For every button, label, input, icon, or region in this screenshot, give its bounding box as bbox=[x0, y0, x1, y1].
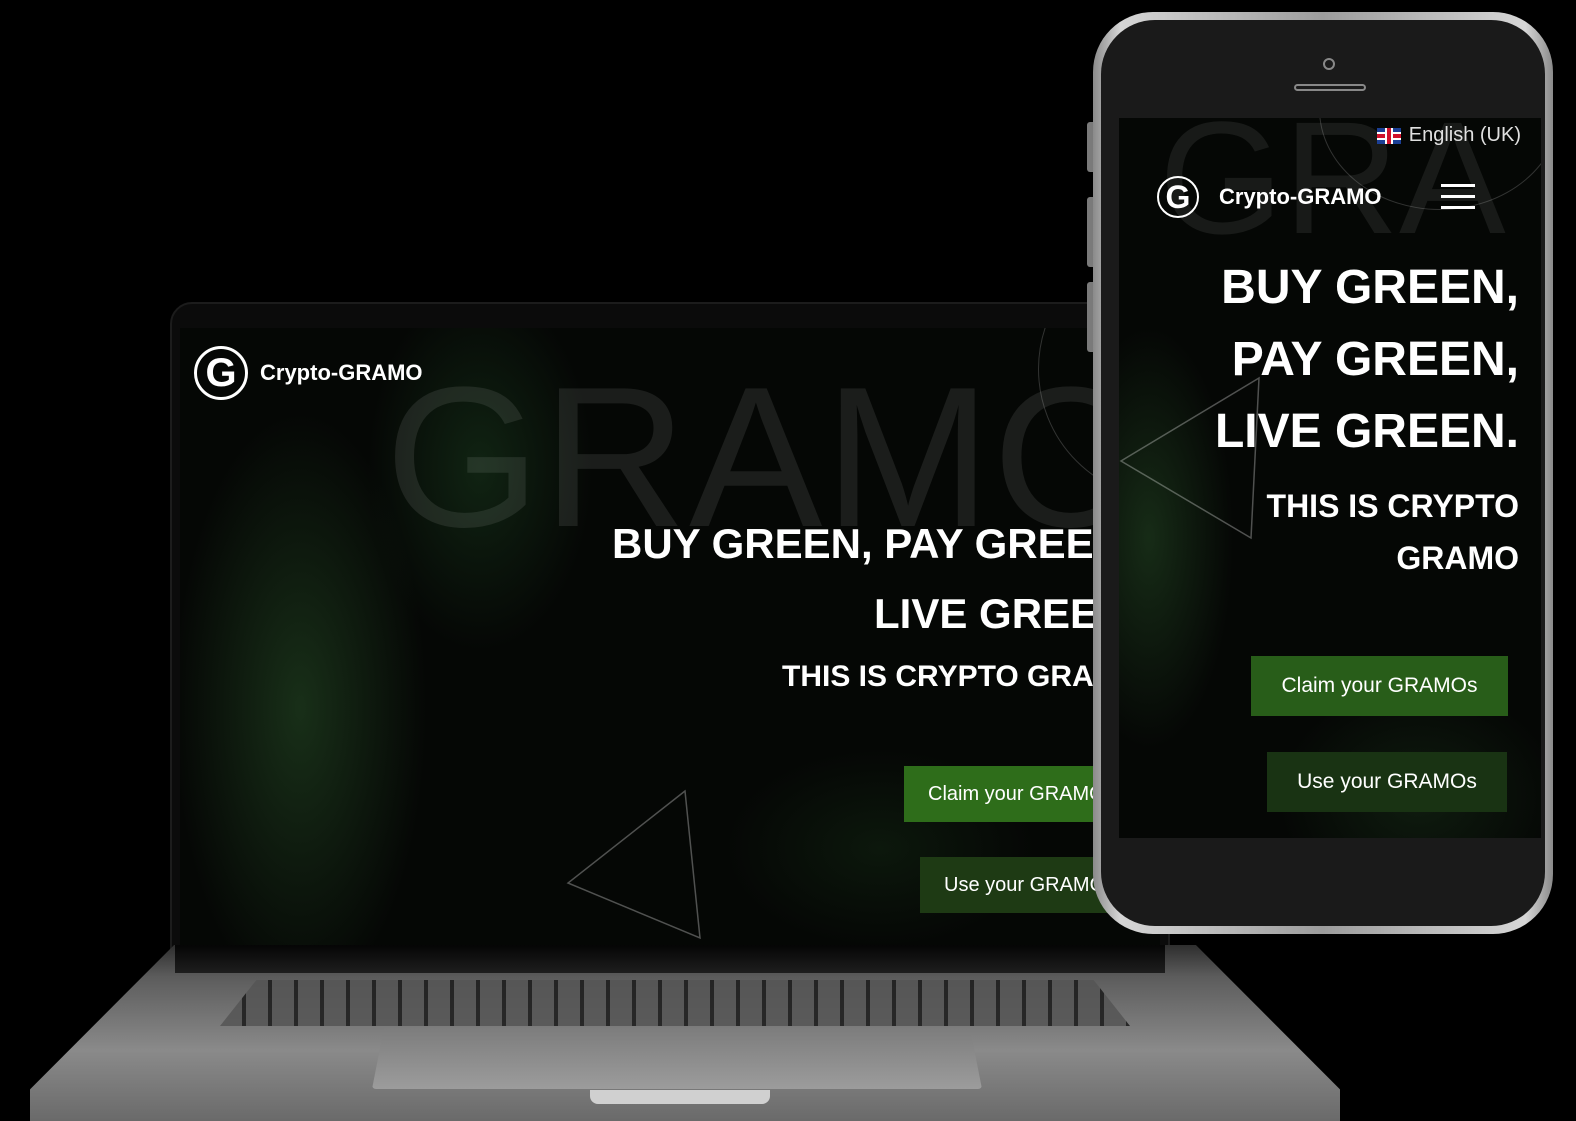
phone-mockup: GRA English (UK) G Crypto-GRAMO BUY GREE… bbox=[1087, 12, 1553, 934]
use-gramos-button[interactable]: Use your GRAMOs bbox=[1267, 752, 1507, 812]
hero-subtitle: THIS IS CRYPTO GRAMO bbox=[782, 660, 1143, 693]
hero-subtitle-line2: GRAMO bbox=[1396, 540, 1519, 576]
laptop-trackpad bbox=[372, 1027, 982, 1089]
uk-flag-icon bbox=[1376, 127, 1401, 144]
phone-screen: GRA English (UK) G Crypto-GRAMO BUY GREE… bbox=[1119, 118, 1541, 838]
phone-side-button bbox=[1087, 197, 1093, 267]
language-selector[interactable]: English (UK) bbox=[1376, 124, 1521, 147]
gramo-logo-icon: G bbox=[194, 346, 248, 400]
laptop-hinge bbox=[175, 945, 1165, 973]
phone-side-button bbox=[1087, 282, 1093, 352]
site-logo[interactable]: G Crypto-GRAMO bbox=[1157, 176, 1382, 218]
site-name: Crypto-GRAMO bbox=[260, 360, 423, 385]
hero-headline-line2: PAY GREEN, bbox=[1231, 333, 1519, 386]
hero-headline-line1: BUY GREEN, bbox=[1221, 261, 1519, 314]
laptop-keyboard bbox=[220, 980, 1130, 1026]
laptop-front-notch bbox=[590, 1090, 770, 1104]
phone-side-button bbox=[1087, 122, 1093, 172]
gramo-logo-icon: G bbox=[1157, 176, 1199, 218]
triangle-outline-icon bbox=[566, 789, 701, 940]
laptop-screen: GRAMO G Crypto-GRAMO BUY GREEN, PAY GREE… bbox=[180, 328, 1160, 946]
site-name: Crypto-GRAMO bbox=[1219, 184, 1382, 209]
language-label: English (UK) bbox=[1408, 124, 1521, 146]
speaker-grille bbox=[1294, 84, 1366, 91]
hamburger-menu-icon[interactable] bbox=[1441, 184, 1475, 210]
camera-icon bbox=[1323, 58, 1335, 70]
claim-gramos-button[interactable]: Claim your GRAMOs bbox=[1251, 656, 1508, 716]
phone-bezel: GRA English (UK) G Crypto-GRAMO BUY GREE… bbox=[1101, 20, 1545, 926]
site-logo[interactable]: G Crypto-GRAMO bbox=[194, 346, 423, 400]
hero-subtitle-line1: THIS IS CRYPTO bbox=[1266, 488, 1519, 524]
hero-headline-line3: LIVE GREEN. bbox=[1214, 405, 1519, 458]
hero-headline-line1: BUY GREEN, PAY GREEN, bbox=[612, 520, 1136, 567]
